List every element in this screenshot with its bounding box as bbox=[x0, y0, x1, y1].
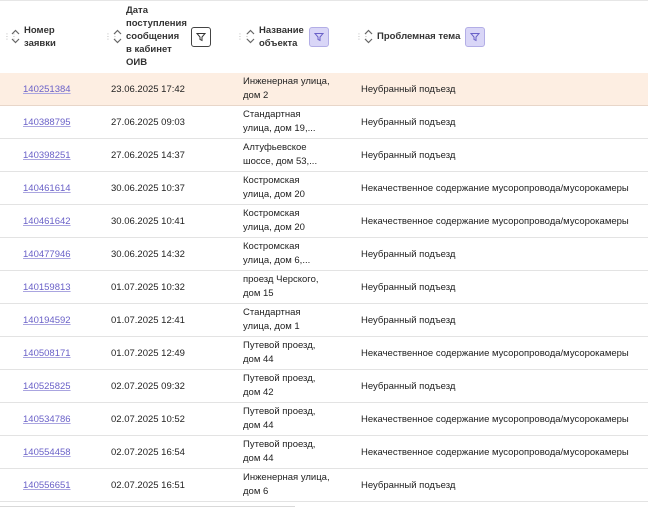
table-row[interactable]: 140251384 23.06.2025 17:42 Инженерная улиц… bbox=[0, 73, 648, 106]
table-row[interactable]: 140388795 27.06.2025 09:03 Стандартная улиц… bbox=[0, 106, 648, 139]
request-number-cell[interactable]: 140534786 bbox=[23, 403, 71, 435]
topic-cell: Некачественное содержание мусоропровода/… bbox=[361, 182, 629, 194]
column-header-object-label: Название объекта bbox=[259, 24, 304, 49]
date-cell: 02.07.2025 10:52 bbox=[111, 413, 185, 425]
request-number-cell[interactable]: 140194592 bbox=[23, 304, 71, 336]
date-cell: 30.06.2025 10:41 bbox=[111, 215, 185, 227]
topic-cell: Некачественное содержание мусоропровода/… bbox=[361, 347, 629, 359]
topic-cell: Неубранный подъезд bbox=[361, 314, 456, 326]
column-header-number[interactable]: Номер заявки bbox=[10, 0, 56, 73]
object-cell: Путевой проезд, дом 44 bbox=[243, 439, 316, 464]
date-cell: 30.06.2025 10:37 bbox=[111, 182, 185, 194]
topic-cell: Некачественное содержание мусоропровода/… bbox=[361, 215, 629, 227]
date-cell: 02.07.2025 09:32 bbox=[111, 380, 185, 392]
table-row[interactable]: 140477946 30.06.2025 14:32 Костромская улиц… bbox=[0, 238, 648, 271]
request-number-link[interactable]: 140556651 bbox=[23, 480, 71, 491]
object-cell: Путевой проезд, дом 44 bbox=[243, 406, 316, 431]
request-number-link[interactable]: 140388795 bbox=[23, 117, 71, 128]
topic-cell: Неубранный подъезд bbox=[361, 248, 456, 260]
object-cell: Путевой проезд, дом 42 bbox=[243, 373, 316, 398]
date-cell: 01.07.2025 12:41 bbox=[111, 314, 185, 326]
request-number-cell[interactable]: 140388795 bbox=[23, 106, 71, 138]
object-cell: Стандартная улица, дом 19,... bbox=[243, 109, 316, 134]
request-number-link[interactable]: 140534786 bbox=[23, 414, 71, 425]
filter-funnel-icon[interactable] bbox=[309, 27, 329, 47]
table-header: ⋮⋮ Номер заявки ⋮⋮ Дата поступления сооб… bbox=[0, 0, 648, 73]
request-number-link[interactable]: 140461614 bbox=[23, 183, 71, 194]
table-row[interactable]: 140554458 02.07.2025 16:54 Путевой проезд,… bbox=[0, 436, 648, 469]
date-cell: 23.06.2025 17:42 bbox=[111, 83, 185, 95]
topic-cell: Неубранный подъезд bbox=[361, 116, 456, 128]
request-number-link[interactable]: 140461642 bbox=[23, 216, 71, 227]
request-number-cell[interactable]: 140251384 bbox=[23, 73, 71, 105]
topic-cell: Неубранный подъезд bbox=[361, 83, 456, 95]
request-number-cell[interactable]: 140398251 bbox=[23, 139, 71, 171]
request-number-cell[interactable]: 140525825 bbox=[23, 370, 71, 402]
column-header-topic-label: Проблемная тема bbox=[377, 31, 461, 42]
object-cell: Инженерная улица, дом 6 bbox=[243, 472, 330, 497]
object-cell: Костромская улица, дом 20 bbox=[243, 175, 305, 200]
request-number-link[interactable]: 140508171 bbox=[23, 348, 71, 359]
table-row[interactable]: 140461642 30.06.2025 10:41 Костромская улиц… bbox=[0, 205, 648, 238]
request-number-link[interactable]: 140398251 bbox=[23, 150, 71, 161]
request-number-link[interactable]: 140525825 bbox=[23, 381, 71, 392]
column-header-object[interactable]: Название объекта bbox=[245, 0, 304, 73]
request-number-link[interactable]: 140194592 bbox=[23, 315, 71, 326]
column-header-date-label: Дата поступления сообщения в кабинет ОИВ bbox=[126, 5, 187, 68]
column-header-topic[interactable]: Проблемная тема bbox=[363, 0, 460, 73]
table-row[interactable]: 140534786 02.07.2025 10:52 Путевой проезд,… bbox=[0, 403, 648, 436]
table-row[interactable]: 140194592 01.07.2025 12:41 Стандартная улиц… bbox=[0, 304, 648, 337]
object-cell: Путевой проезд, дом 44 bbox=[243, 340, 316, 365]
column-header-date[interactable]: Дата поступления сообщения в кабинет ОИВ bbox=[112, 0, 187, 73]
filter-funnel-icon[interactable] bbox=[465, 27, 485, 47]
table-row[interactable]: 140556651 02.07.2025 16:51 Инженерная улиц… bbox=[0, 469, 648, 502]
date-cell: 27.06.2025 09:03 bbox=[111, 116, 185, 128]
request-number-cell[interactable]: 140159813 bbox=[23, 271, 71, 303]
request-number-cell[interactable]: 140461642 bbox=[23, 205, 71, 237]
request-number-link[interactable]: 140477946 bbox=[23, 249, 71, 260]
topic-cell: Неубранный подъезд bbox=[361, 479, 456, 491]
date-cell: 02.07.2025 16:51 bbox=[111, 479, 185, 491]
object-cell: проезд Черского, дом 15 bbox=[243, 274, 319, 299]
date-cell: 02.07.2025 16:54 bbox=[111, 446, 185, 458]
table-row[interactable]: 140525825 02.07.2025 09:32 Путевой проезд,… bbox=[0, 370, 648, 403]
object-cell: Стандартная улица, дом 1 bbox=[243, 307, 301, 332]
table-row[interactable]: 140159813 01.07.2025 10:32 проезд Черского… bbox=[0, 271, 648, 304]
topic-cell: Некачественное содержание мусоропровода/… bbox=[361, 446, 629, 458]
sort-arrows-icon[interactable] bbox=[363, 29, 373, 44]
request-number-link[interactable]: 140554458 bbox=[23, 447, 71, 458]
table-row[interactable]: 140508171 01.07.2025 12:49 Путевой проезд,… bbox=[0, 337, 648, 370]
request-number-cell[interactable]: 140556651 bbox=[23, 469, 71, 501]
topic-cell: Неубранный подъезд bbox=[361, 281, 456, 293]
object-cell: Инженерная улица, дом 2 bbox=[243, 76, 330, 101]
date-cell: 01.07.2025 10:32 bbox=[111, 281, 185, 293]
filter-funnel-icon[interactable] bbox=[191, 27, 211, 47]
column-header-number-label: Номер заявки bbox=[24, 24, 56, 49]
topic-cell: Неубранный подъезд bbox=[361, 149, 456, 161]
object-cell: Костромская улица, дом 20 bbox=[243, 208, 305, 233]
sort-arrows-icon[interactable] bbox=[245, 29, 255, 44]
sort-arrows-icon[interactable] bbox=[10, 29, 20, 44]
object-cell: Алтуфьевское шоссе, дом 53,... bbox=[243, 142, 318, 167]
horizontal-scrollbar[interactable] bbox=[0, 506, 295, 507]
request-number-cell[interactable]: 140508171 bbox=[23, 337, 71, 369]
object-cell: Костромская улица, дом 6,... bbox=[243, 241, 311, 266]
request-number-cell[interactable]: 140461614 bbox=[23, 172, 71, 204]
sort-arrows-icon[interactable] bbox=[112, 29, 122, 44]
topic-cell: Неубранный подъезд bbox=[361, 380, 456, 392]
table-row[interactable]: 140398251 27.06.2025 14:37 Алтуфьевское шос… bbox=[0, 139, 648, 172]
topic-cell: Некачественное содержание мусоропровода/… bbox=[361, 413, 629, 425]
request-number-cell[interactable]: 140477946 bbox=[23, 238, 71, 270]
date-cell: 27.06.2025 14:37 bbox=[111, 149, 185, 161]
date-cell: 01.07.2025 12:49 bbox=[111, 347, 185, 359]
request-number-cell[interactable]: 140554458 bbox=[23, 436, 71, 468]
request-number-link[interactable]: 140251384 bbox=[23, 84, 71, 95]
date-cell: 30.06.2025 14:32 bbox=[111, 248, 185, 260]
request-number-link[interactable]: 140159813 bbox=[23, 282, 71, 293]
table-row[interactable]: 140461614 30.06.2025 10:37 Костромская улиц… bbox=[0, 172, 648, 205]
